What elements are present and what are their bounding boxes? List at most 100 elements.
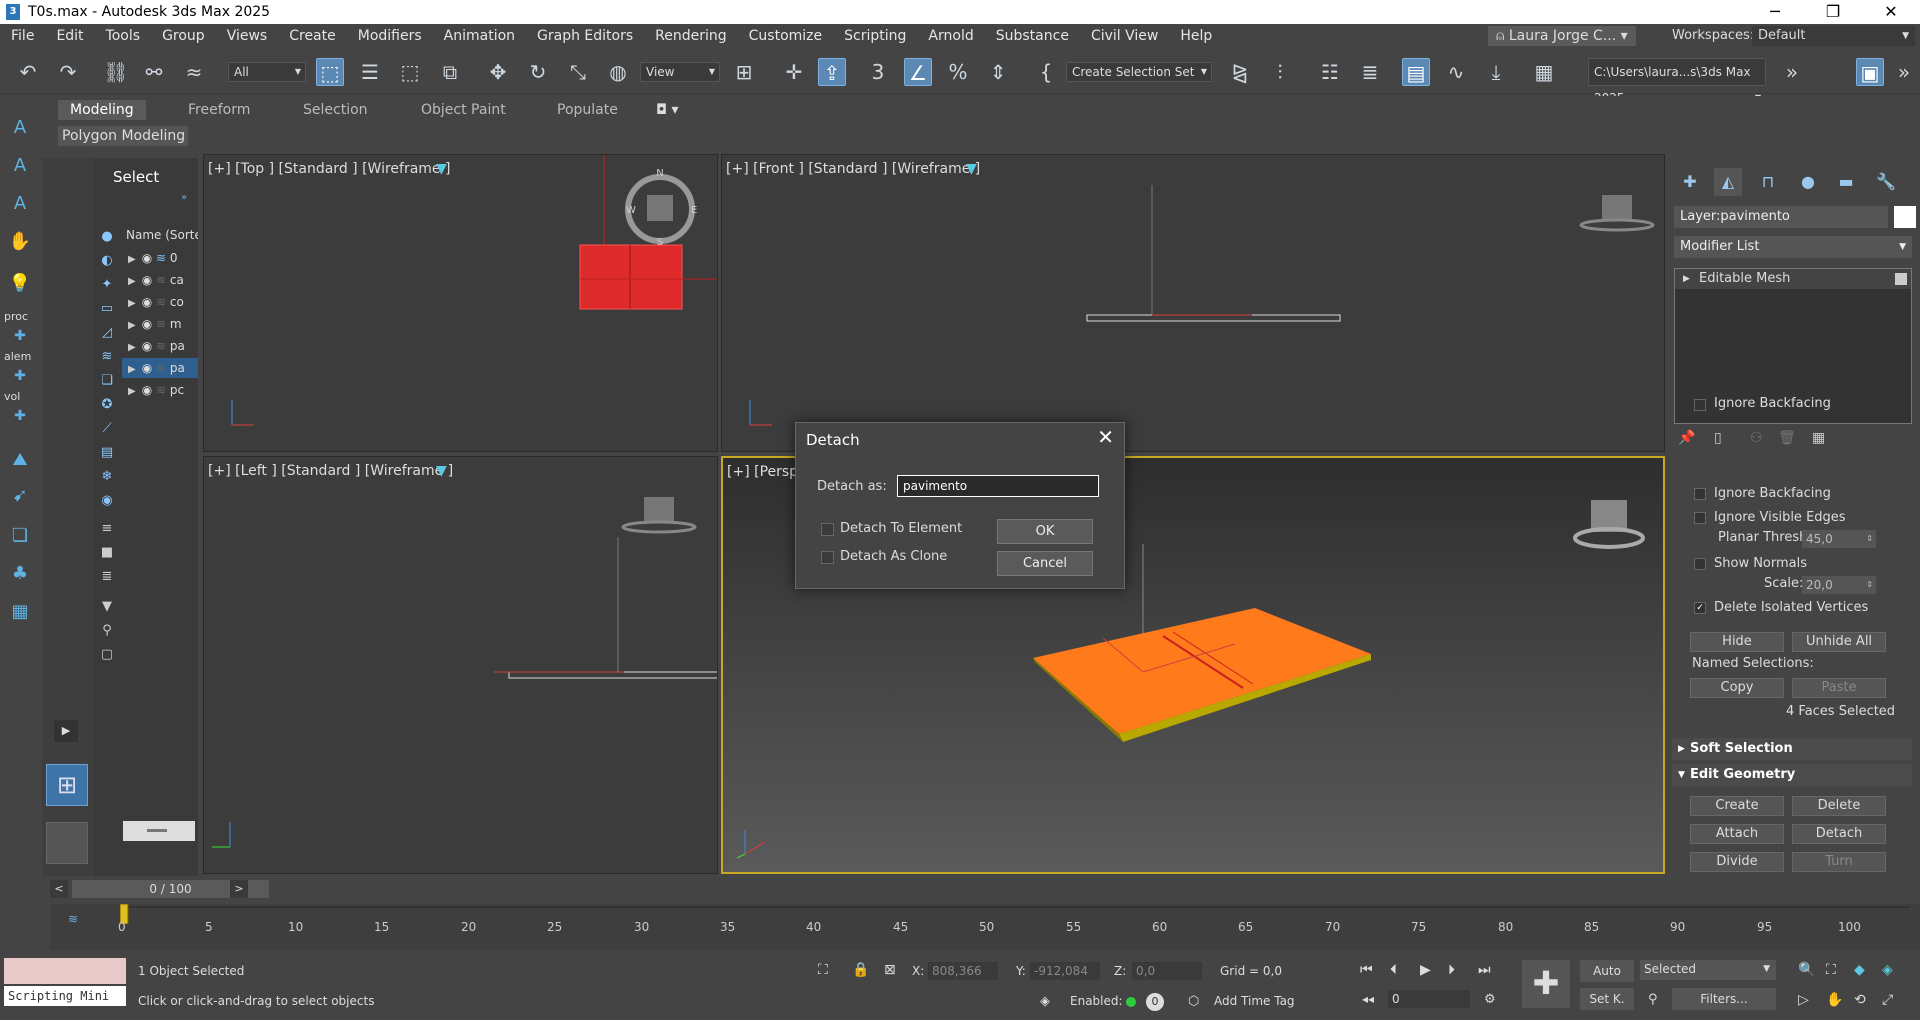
percent-snap-icon[interactable]: % <box>944 58 972 86</box>
layers-tool-icon[interactable]: ❏ <box>6 522 34 550</box>
alem-add-icon[interactable]: ✚ <box>6 362 34 390</box>
display-groups-icon[interactable]: ❏ <box>96 370 118 392</box>
show-normals-checkbox[interactable] <box>1694 558 1706 570</box>
viewport-top[interactable]: [+] [Top ] [Standard ] [Wireframe ] ▼ N … <box>203 154 718 452</box>
auto-key-button[interactable]: Auto <box>1580 960 1634 982</box>
selection-filter-dropdown[interactable]: All <box>228 62 306 82</box>
ignore-visible-edges-checkbox[interactable] <box>1694 512 1706 524</box>
zoom-all-icon[interactable]: ⛶ <box>1826 962 1836 978</box>
stack-toggle-icon[interactable] <box>1895 273 1907 285</box>
ignore-backfacing-checkbox-2[interactable] <box>1694 488 1706 500</box>
utilities-tab-icon[interactable]: 🔧 <box>1872 168 1900 196</box>
light-icon[interactable]: 💡 <box>6 270 34 298</box>
maximize-viewport-icon[interactable]: ⤢ <box>1882 992 1893 1008</box>
delete-button[interactable]: Delete <box>1792 796 1886 816</box>
scale-icon[interactable]: ⤡ <box>564 58 592 86</box>
soft-selection-rollout[interactable]: Soft Selection <box>1672 738 1912 760</box>
scene-row-5-selected[interactable]: ▶ ◉ ≋ pa <box>122 358 198 378</box>
hierarchy-tab-icon[interactable]: ⊓ <box>1754 168 1782 196</box>
undo-icon[interactable]: ↶ <box>14 58 42 86</box>
text-tool-icon[interactable]: A <box>6 114 34 142</box>
create-button[interactable]: Create <box>1690 796 1784 816</box>
detach-button[interactable]: Detach <box>1792 824 1886 844</box>
menu-group[interactable]: Group <box>151 24 216 48</box>
object-color-swatch[interactable] <box>1894 206 1916 228</box>
place-icon[interactable]: ◍ <box>604 58 632 86</box>
x-coordinate-field[interactable]: 808,366 <box>928 962 998 980</box>
visibility-eye-icon[interactable]: ◉ <box>142 361 152 375</box>
layer-name-field[interactable]: Layer:pavimento <box>1674 206 1888 228</box>
expand-arrow-icon[interactable]: ▶ <box>128 320 136 331</box>
display-xrefs-icon[interactable]: ✪ <box>96 394 118 416</box>
redo-icon[interactable]: ↷ <box>54 58 82 86</box>
pan-view-icon[interactable]: ✋ <box>1826 992 1843 1008</box>
z-coordinate-field[interactable]: 0,0 <box>1132 962 1202 980</box>
expand-arrow-icon[interactable]: ▶ <box>128 386 136 397</box>
isolate-selection-icon[interactable]: ⛶ <box>818 962 828 978</box>
workspace-select[interactable]: Default ▼ <box>1752 26 1915 46</box>
go-to-start-icon[interactable]: ⏮ <box>1360 962 1373 978</box>
menu-create[interactable]: Create <box>278 24 347 48</box>
menu-edit[interactable]: Edit <box>45 24 94 48</box>
hide-button[interactable]: Hide <box>1690 632 1784 652</box>
time-config-icon[interactable]: ⚙ <box>1484 992 1496 1007</box>
curve-editor-icon[interactable]: ∿ <box>1442 58 1470 86</box>
text-edit-icon[interactable]: A <box>6 152 34 180</box>
attach-button[interactable]: Attach <box>1690 824 1784 844</box>
maximize-button[interactable]: ❐ <box>1804 0 1862 24</box>
tree-tool-icon[interactable]: ♣ <box>6 560 34 588</box>
expand-arrow-icon[interactable]: ▶ <box>128 364 136 375</box>
menu-graph-editors[interactable]: Graph Editors <box>526 24 644 48</box>
rotate-icon[interactable]: ↻ <box>524 58 552 86</box>
display-tab-icon[interactable]: ▬ <box>1832 168 1860 196</box>
previous-frame-icon[interactable]: ⏴ <box>1390 962 1397 978</box>
display-spacewarps-icon[interactable]: ≋ <box>96 346 118 368</box>
schematic-view-icon[interactable]: ⤓ <box>1482 58 1510 86</box>
lock-selection-icon[interactable]: 🔒 <box>852 962 869 978</box>
adaptive-degradation-icon[interactable]: ◈ <box>1040 994 1050 1009</box>
absolute-mode-icon[interactable]: ⊠ <box>884 962 896 978</box>
menu-file[interactable]: File <box>0 24 45 48</box>
expand-arrow-icon[interactable]: ▶ <box>128 254 136 265</box>
project-path-dropdown[interactable]: C:\Users\laura...s\3ds Max 2025 <box>1588 58 1766 111</box>
display-bones-icon[interactable]: ⟋ <box>96 418 118 440</box>
menu-substance[interactable]: Substance <box>985 24 1080 48</box>
viewport-front[interactable]: [+] [Front ] [Standard ] [Wireframe ] ▼ <box>721 154 1665 452</box>
display-helpers-icon[interactable]: ◿ <box>96 322 118 344</box>
add-time-tag-button[interactable]: Add Time Tag <box>1214 994 1295 1008</box>
scene-row-6[interactable]: ▶ ◉ ≋ pc <box>122 380 198 400</box>
y-coordinate-field[interactable]: -912,084 <box>1030 962 1100 980</box>
modify-tab-icon[interactable]: ◭ <box>1714 168 1742 196</box>
menu-modifiers[interactable]: Modifiers <box>347 24 433 48</box>
prev-frame-arrow-icon[interactable]: < <box>50 880 68 898</box>
hierarchy-icon[interactable]: ■ <box>96 542 118 564</box>
display-particles-icon[interactable]: ❄ <box>96 466 118 488</box>
scene-row-0[interactable]: ▶ ◉ ≋ 0 <box>122 248 198 268</box>
menu-views[interactable]: Views <box>216 24 279 48</box>
display-cameras-icon[interactable]: ▭ <box>96 298 118 320</box>
time-tag-icon[interactable]: ⬡ <box>1188 994 1199 1009</box>
play-icon[interactable]: ▶ <box>1420 962 1431 978</box>
delete-isolated-checkbox[interactable]: ✓ <box>1694 602 1706 614</box>
vol-add-icon[interactable]: ✚ <box>6 402 34 430</box>
detach-to-element-checkbox[interactable] <box>821 523 834 536</box>
close-icon[interactable]: ✕ <box>1097 425 1114 449</box>
window-crossing-icon[interactable]: ⧉ <box>436 58 464 86</box>
single-viewport-icon[interactable] <box>46 822 88 864</box>
detach-as-input[interactable] <box>897 475 1099 497</box>
detach-as-clone-checkbox[interactable] <box>821 551 834 564</box>
angle-snap-icon[interactable]: ∠ <box>904 58 932 86</box>
copy-button[interactable]: Copy <box>1690 678 1784 698</box>
orbit-icon[interactable]: ⟲ <box>1854 992 1866 1008</box>
tab-populate[interactable]: Populate <box>557 100 618 120</box>
visibility-eye-icon[interactable]: ◉ <box>142 317 152 331</box>
spinner-snap-icon[interactable]: ⇕ <box>984 58 1012 86</box>
link-icon[interactable]: ⛓ <box>102 58 130 86</box>
scene-row-1[interactable]: ▶ ◉ ≋ ca <box>122 270 198 290</box>
display-frozen-icon[interactable]: ◉ <box>96 490 118 512</box>
bind-spacewarp-icon[interactable]: ≈ <box>180 58 208 86</box>
name-column-header[interactable]: Name (Sorted <box>122 226 198 244</box>
display-containers-icon[interactable]: ▤ <box>96 442 118 464</box>
unhide-all-button[interactable]: Unhide All <box>1792 632 1886 652</box>
material-editor-icon[interactable]: ▦ <box>1530 58 1558 86</box>
